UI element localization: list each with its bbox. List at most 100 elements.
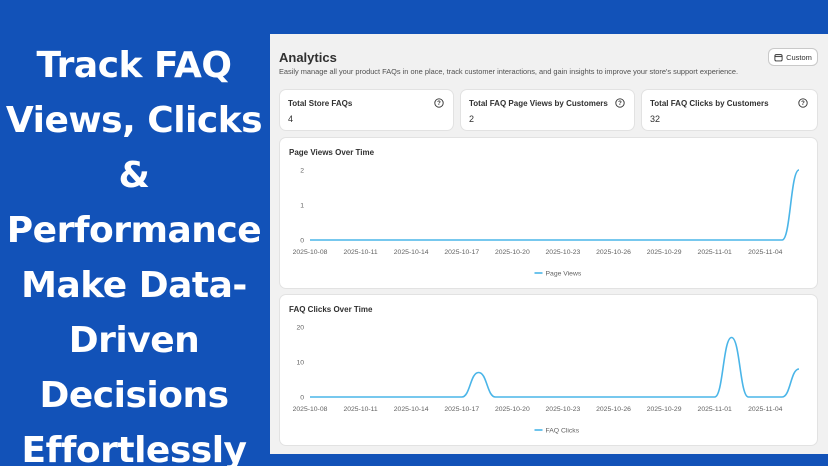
stat-card-page-views: Total FAQ Page Views by Customers 2 ?	[460, 89, 635, 131]
data-point	[714, 239, 715, 240]
data-point	[360, 396, 361, 397]
question-circle-icon[interactable]: ?	[434, 98, 444, 108]
x-tick-label: 2025-10-29	[647, 406, 682, 413]
series-line	[310, 336, 800, 398]
data-point	[309, 239, 310, 240]
data-point	[714, 396, 715, 397]
data-point	[545, 239, 546, 240]
stat-label: Total FAQ Clicks by Customers	[650, 99, 769, 108]
data-point	[798, 368, 799, 369]
data-point	[360, 239, 361, 240]
data-point	[579, 396, 580, 397]
data-point	[529, 239, 530, 240]
data-point	[411, 396, 412, 397]
data-point	[697, 239, 698, 240]
promo-line: Effortlessly	[21, 430, 247, 466]
data-point	[782, 396, 783, 397]
x-tick-label: 2025-10-26	[596, 406, 631, 413]
custom-date-button-label: Custom	[786, 52, 812, 62]
stat-label: Total FAQ Page Views by Customers	[469, 99, 608, 108]
data-point	[377, 239, 378, 240]
data-point	[630, 239, 631, 240]
y-tick-label: 0	[300, 238, 304, 245]
data-point	[309, 396, 310, 397]
x-tick-label: 2025-11-04	[748, 249, 782, 256]
data-point	[765, 239, 766, 240]
custom-date-button[interactable]: Custom	[768, 48, 818, 66]
x-tick-label: 2025-10-11	[343, 406, 377, 413]
page-title: Analytics	[279, 50, 337, 65]
x-tick-label: 2025-11-01	[698, 406, 732, 413]
promo-headline: Track FAQ Views, Clicks & Performance Ma…	[0, 38, 268, 466]
promo-line: Track FAQ	[36, 45, 232, 86]
data-point	[512, 239, 513, 240]
page-views-chart-card: Page Views Over Time 0 1 2 2025-10-08 2025-1…	[279, 137, 818, 289]
data-point	[529, 396, 530, 397]
data-point	[545, 396, 546, 397]
data-point	[731, 239, 732, 240]
data-point	[613, 239, 614, 240]
data-point	[411, 239, 412, 240]
data-point	[680, 396, 681, 397]
data-point	[478, 239, 479, 240]
data-point	[765, 396, 766, 397]
analytics-panel: Analytics Easily manage all your product…	[270, 34, 828, 454]
stat-value: 4	[288, 114, 294, 124]
promo-line: Driven	[68, 320, 200, 361]
legend-label: Page Views	[546, 271, 582, 278]
x-tick-label: 2025-10-17	[444, 406, 479, 413]
stat-value: 2	[469, 114, 475, 124]
data-point	[377, 396, 378, 397]
x-tick-label: 2025-10-20	[495, 406, 530, 413]
data-point	[495, 239, 496, 240]
y-tick-label: 20	[296, 325, 304, 332]
data-point	[562, 239, 563, 240]
svg-text:?: ?	[618, 101, 622, 107]
data-point	[343, 396, 344, 397]
data-point	[596, 239, 597, 240]
x-tick-label: 2025-10-23	[546, 249, 581, 256]
data-point	[647, 396, 648, 397]
data-point	[394, 396, 395, 397]
x-tick-label: 2025-10-23	[546, 406, 581, 413]
x-tick-label: 2025-11-01	[698, 249, 732, 256]
data-point	[596, 396, 597, 397]
promo-line: Views, Clicks	[5, 100, 263, 141]
data-point	[394, 239, 395, 240]
data-point	[495, 396, 496, 397]
question-circle-icon[interactable]: ?	[798, 98, 808, 108]
data-point	[782, 239, 783, 240]
data-point	[326, 396, 327, 397]
x-tick-label: 2025-10-17	[444, 249, 479, 256]
data-point	[562, 396, 563, 397]
y-tick-label: 2	[300, 168, 304, 175]
data-point	[613, 396, 614, 397]
data-point	[680, 239, 681, 240]
svg-text:?: ?	[801, 101, 805, 107]
calendar-icon	[774, 53, 783, 61]
legend-label: FAQ Clicks	[546, 428, 580, 435]
x-tick-label: 2025-10-14	[394, 406, 429, 413]
y-tick-label: 10	[296, 360, 304, 367]
question-circle-icon[interactable]: ?	[615, 98, 625, 108]
promo-line: Performance	[6, 210, 262, 251]
promo-line: &	[118, 155, 150, 196]
svg-text:?: ?	[437, 101, 441, 107]
data-point	[427, 396, 428, 397]
stat-value: 32	[650, 114, 661, 124]
y-tick-label: 0	[300, 395, 304, 402]
x-tick-label: 2025-10-08	[293, 249, 328, 256]
x-tick-label: 2025-10-20	[495, 249, 530, 256]
data-point	[630, 396, 631, 397]
series-line	[310, 169, 800, 241]
promo-line: Make Data-	[21, 265, 247, 306]
data-point	[664, 239, 665, 240]
faq-clicks-chart-card: FAQ Clicks Over Time 0 10 20 2025-10-08 2025…	[279, 294, 818, 446]
stat-card-faq-clicks: Total FAQ Clicks by Customers 32 ?	[641, 89, 818, 131]
x-tick-label: 2025-10-26	[596, 249, 631, 256]
data-point	[748, 396, 749, 397]
data-point	[461, 396, 462, 397]
data-point	[326, 239, 327, 240]
data-point	[444, 239, 445, 240]
data-point	[579, 239, 580, 240]
